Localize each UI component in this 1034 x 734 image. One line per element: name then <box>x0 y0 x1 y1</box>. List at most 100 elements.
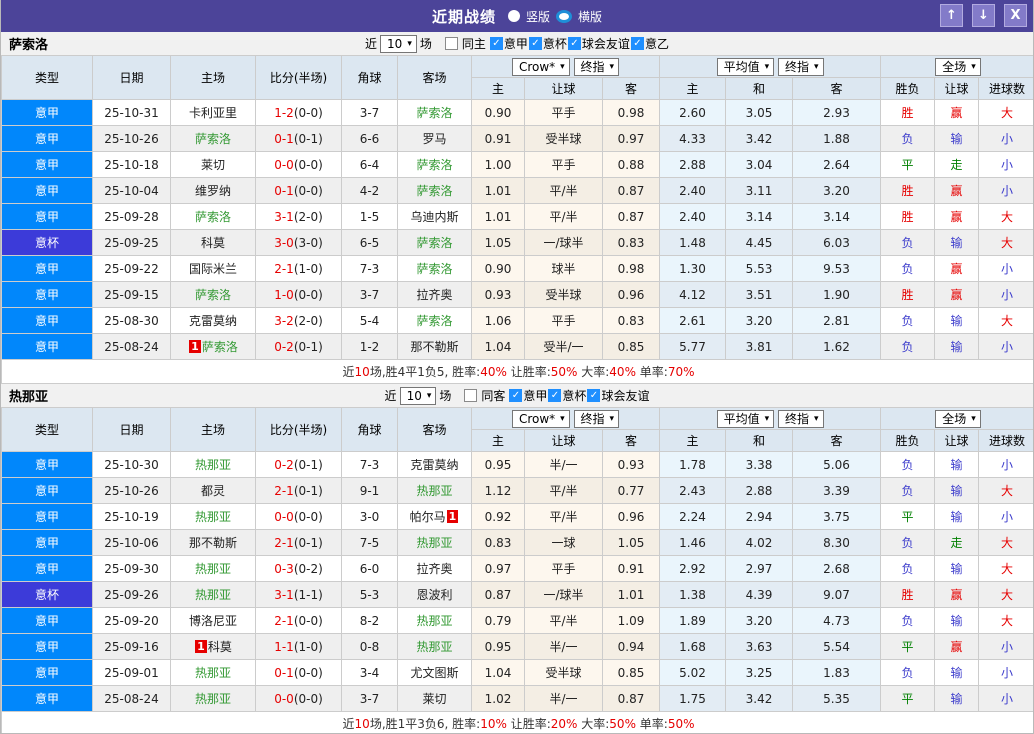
corner-cell: 4-2 <box>341 177 398 204</box>
crow-odds-select[interactable]: Crow* ▾ <box>511 409 570 428</box>
result-cell: 赢 <box>934 255 980 282</box>
league-checkbox[interactable]: ✓ <box>548 389 562 403</box>
avg-odds-cell: 1.90 <box>792 281 882 308</box>
avg-odds-cell: 1.68 <box>659 633 727 660</box>
league-type-cell: 意甲 <box>1 281 93 308</box>
result-cell: 大 <box>978 555 1033 582</box>
odds-cell: 0.83 <box>601 307 661 334</box>
away-team-cell: 热那亚 <box>397 529 472 556</box>
match-date-cell: 25-09-01 <box>92 659 171 686</box>
away-team-cell: 帕尔马 1 <box>397 503 472 530</box>
odds-group-header: Crow* ▾ 终指 ▾ <box>470 55 661 78</box>
match-date-cell: 25-08-30 <box>92 307 171 334</box>
chevron-down-icon: ▾ <box>609 61 615 72</box>
score-cell: 1-1(1-0) <box>255 633 342 660</box>
team-name: 热那亚 <box>416 484 453 498</box>
avg-odds-cell: 3.39 <box>792 477 882 504</box>
radio-horizontal[interactable] <box>556 9 572 23</box>
halftime-score: (0-0) <box>293 613 323 628</box>
sub-header-goals-result: 进球数 <box>978 429 1033 452</box>
match-date-cell: 25-09-20 <box>92 607 171 634</box>
score-cell: 0-2(0-1) <box>255 333 342 360</box>
fullmatch-select[interactable]: 全场 ▾ <box>935 57 981 76</box>
sub-header-host: 主 <box>471 77 525 100</box>
games-count-select[interactable]: 10 ▾ <box>380 34 417 53</box>
handicap-cell: 平手 <box>524 555 603 582</box>
league-filter-group: ✓ 意甲 ✓ 意杯 ✓ 球会友谊 <box>508 387 649 405</box>
result-cell: 走 <box>934 151 980 178</box>
radio-vertical[interactable] <box>507 10 520 22</box>
team-filter-bar: 热那亚 近 10 ▾ 场 同客 ✓ 意甲 ✓ 意杯 ✓ 球会友谊 <box>1 384 1033 407</box>
match-date-cell: 25-08-24 <box>92 333 171 360</box>
fullmatch-select[interactable]: 全场 ▾ <box>935 409 981 428</box>
league-checkbox[interactable]: ✓ <box>528 37 542 51</box>
sub-header-avg-guest: 客 <box>792 77 882 100</box>
matches-table: 类型 日期 主场 比分(半场) 角球 客场 Crow* ▾ 终指 ▾ 平均值 ▾ 终指… <box>1 407 1033 733</box>
summary-stat-label: 单率: <box>635 717 668 731</box>
avg-odds-cell: 4.39 <box>725 581 794 608</box>
summary-stat-value: 40% <box>609 365 636 379</box>
average-select[interactable]: 平均值 ▾ <box>716 409 775 428</box>
fulltime-score: 2-1 <box>274 483 294 498</box>
handicap-cell: 一球 <box>524 529 603 556</box>
result-cell: 输 <box>934 307 980 334</box>
chevron-down-icon: ▾ <box>764 413 770 424</box>
away-team-cell: 萨索洛 <box>397 255 472 282</box>
close-button[interactable]: X <box>1004 4 1027 27</box>
league-checkbox[interactable]: ✓ <box>587 389 601 403</box>
league-type-cell: 意甲 <box>1 125 93 152</box>
sub-header-handicap-result: 让球 <box>934 429 980 452</box>
final-odds-select[interactable]: 终指 ▾ <box>573 57 620 76</box>
corner-cell: 1-5 <box>341 203 398 230</box>
sub-header-avg-host: 主 <box>659 429 727 452</box>
handicap-cell: 半/一 <box>524 451 603 478</box>
halftime-score: (0-1) <box>293 457 323 472</box>
same-home-label: 同主 <box>461 37 486 51</box>
halftime-score: (0-1) <box>293 483 323 498</box>
summary-stat-label: 近 <box>342 365 355 379</box>
result-cell: 赢 <box>934 203 980 230</box>
halftime-score: (3-0) <box>293 235 323 250</box>
league-checkbox[interactable]: ✓ <box>567 37 581 51</box>
same-home-checkbox[interactable] <box>444 37 458 50</box>
team-name: 拉齐奥 <box>416 562 453 576</box>
match-date-cell: 25-09-26 <box>92 581 171 608</box>
team-name: 那不勒斯 <box>188 536 237 550</box>
stats-summary: 近10场,胜4平1负5, 胜率:40% 让胜率:50% 大率:40% 单率:70… <box>1 359 1033 384</box>
final-odds-select-2[interactable]: 终指 ▾ <box>777 57 824 76</box>
result-cell: 平 <box>880 503 936 530</box>
corner-cell: 7-5 <box>341 529 398 556</box>
games-count-select[interactable]: 10 ▾ <box>399 386 437 405</box>
odds-cell: 1.04 <box>471 659 525 686</box>
crow-odds-select[interactable]: Crow* ▾ <box>511 57 570 76</box>
league-type-cell: 意杯 <box>1 229 93 256</box>
same-away-checkbox[interactable] <box>464 389 478 402</box>
league-type-cell: 意甲 <box>1 607 93 634</box>
halftime-score: (0-1) <box>293 339 323 354</box>
col-header-home: 主场 <box>170 55 256 100</box>
team-name: 国际米兰 <box>188 262 237 276</box>
match-row: 意甲 25-08-24 热那亚 0-0(0-0) 3-7 莱切 1.02 半/一 0.87 1.7… <box>1 685 1033 712</box>
halftime-score: (0-0) <box>293 183 323 198</box>
col-header-home: 主场 <box>170 407 256 452</box>
final-odds-select-2[interactable]: 终指 ▾ <box>777 409 824 428</box>
team-name: 恩波利 <box>416 588 453 602</box>
result-cell: 赢 <box>934 177 980 204</box>
scroll-up-button[interactable]: ↑ <box>940 4 963 27</box>
league-checkbox[interactable]: ✓ <box>489 37 503 51</box>
home-team-cell: 卡利亚里 <box>170 99 256 126</box>
halftime-score: (1-0) <box>293 261 323 276</box>
avg-odds-cell: 1.62 <box>792 333 882 360</box>
result-cell: 大 <box>978 607 1033 634</box>
average-select[interactable]: 平均值 ▾ <box>716 57 775 76</box>
corner-cell: 8-2 <box>341 607 398 634</box>
handicap-cell: 平手 <box>524 99 603 126</box>
sub-header-handicap: 让球 <box>524 429 603 452</box>
scroll-down-button[interactable]: ↓ <box>972 4 995 27</box>
avg-odds-cell: 1.83 <box>792 659 882 686</box>
league-checkbox[interactable]: ✓ <box>630 37 644 51</box>
sub-header-result: 胜负 <box>880 429 936 452</box>
final-odds-select[interactable]: 终指 ▾ <box>573 409 620 428</box>
league-checkbox[interactable]: ✓ <box>509 389 523 403</box>
avg-odds-cell: 5.02 <box>659 659 727 686</box>
